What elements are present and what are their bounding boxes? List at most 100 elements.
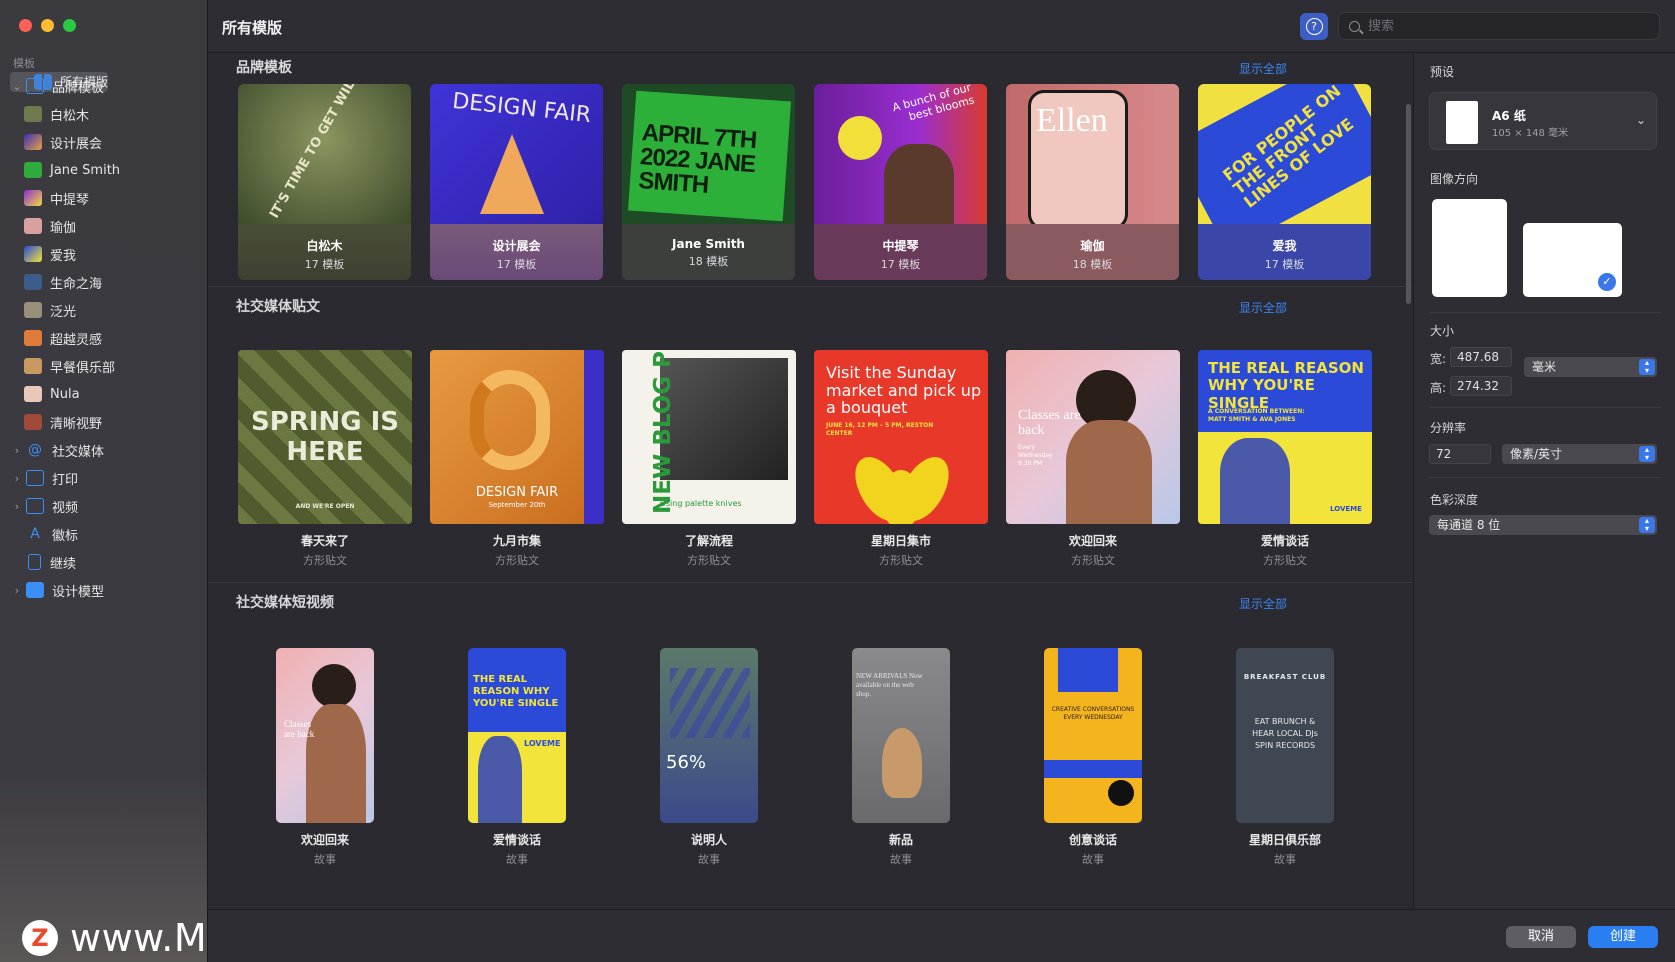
card-count: 18 模板 [1072, 258, 1113, 271]
resolution-field[interactable]: 72 [1429, 444, 1491, 464]
chevron-right-icon[interactable]: › [10, 472, 24, 485]
divider [1429, 312, 1661, 313]
story-card-sunday-club[interactable]: BREAKFAST CLUB EAT BRUNCH & HEAR LOCAL D… [1236, 648, 1334, 866]
story-card-creative-talk[interactable]: CREATIVE CONVERSATIONS EVERY WEDNESDAY 创… [1044, 648, 1142, 866]
post-card-september-market[interactable]: DESIGN FAIR September 20th 九月市集 方形贴文 [430, 350, 604, 567]
sidebar-item-continue[interactable]: 继续 [10, 548, 198, 576]
minimize-button[interactable] [41, 19, 54, 32]
zoom-button[interactable] [63, 19, 76, 32]
sidebar-item-baisongmu[interactable]: 白松木 [10, 100, 198, 128]
artwork-text: NEW ARRIVALS Now available on the web sh… [856, 672, 923, 698]
vertical-scrollbar[interactable] [1406, 104, 1411, 304]
search-field[interactable] [1338, 12, 1660, 40]
chevron-right-icon[interactable]: › [10, 444, 24, 457]
brand-card-love-me[interactable]: FOR PEOPLE ON THE FRONT LINES OF LOVE 爱我… [1198, 84, 1371, 280]
card-name: 瑜伽 [1080, 239, 1105, 253]
sidebar-item-breakfast-club[interactable]: 早餐俱乐部 [10, 352, 198, 380]
card-name: 星期日集市 [870, 534, 931, 548]
sidebar-item-design-fair[interactable]: 设计展会 [10, 128, 198, 156]
sidebar-item-nula[interactable]: Nula [10, 380, 198, 408]
create-button[interactable]: 创建 [1588, 926, 1658, 948]
sidebar-item-sea-of-life[interactable]: 生命之海 [10, 268, 198, 296]
card-name: 欢迎回来 [1068, 534, 1117, 548]
sidebar-item-social-media[interactable]: › @ 社交媒体 [10, 436, 198, 464]
question-icon: ? [1305, 18, 1323, 35]
help-button[interactable]: ? [1300, 13, 1328, 40]
sidebar-item-video[interactable]: › 视频 [10, 492, 198, 520]
card-label: 中提琴 17 模板 [814, 224, 987, 280]
orientation-landscape[interactable]: ✓ [1523, 223, 1622, 297]
card-caption: 星期日集市 方形贴文 [814, 532, 988, 568]
search-input[interactable] [1368, 18, 1638, 34]
chevron-right-icon[interactable]: › [10, 500, 24, 513]
card-caption: 星期日俱乐部 故事 [1198, 831, 1372, 867]
brand-card-design-fair[interactable]: DESIGN FAIR 设计展会 17 模板 [430, 84, 603, 280]
width-field[interactable]: 487.68 [1450, 347, 1512, 367]
card-artwork: THE REAL REASON WHY YOU'RE SINGLE A CONV… [1198, 350, 1372, 524]
cancel-button[interactable]: 取消 [1506, 926, 1576, 948]
chevron-down-icon: ⌄ [1635, 113, 1646, 127]
orientation-portrait[interactable] [1432, 199, 1507, 297]
section-social-videos: 社交媒体短视频 显示全部 Classes are back 欢迎回来 故事 TH… [208, 590, 1413, 909]
artwork-text: Ellen [1036, 102, 1108, 139]
post-card-sunday-market[interactable]: Visit the Sunday market and pick up a bo… [814, 350, 988, 567]
brand-card-yoga[interactable]: Ellen 瑜伽 18 模板 [1006, 84, 1179, 280]
post-card-spring[interactable]: SPRING IS HERE AND WE'RE OPEN 春天来了 方形贴文 [238, 350, 412, 567]
story-card-welcome-back[interactable]: Classes are back 欢迎回来 故事 [276, 648, 374, 866]
sidebar-item-mockups[interactable]: › 设计模型 [10, 576, 198, 604]
card-count: 18 模板 [688, 255, 729, 268]
sidebar-item-label: 品牌模板 [52, 80, 105, 96]
card-count: 17 模板 [304, 258, 345, 271]
card-caption: 春天来了 方形贴文 [238, 532, 412, 568]
card-label: 设计展会 17 模板 [430, 224, 603, 280]
post-card-love-talk[interactable]: THE REAL REASON WHY YOU'RE SINGLE A CONV… [1198, 350, 1372, 567]
sidebar-item-logo[interactable]: A 徽标 [10, 520, 198, 548]
post-card-blog[interactable]: NEW BLOG POST Using palette knives 了解流程 … [622, 350, 796, 567]
artwork-text: Classes are back [284, 719, 315, 739]
brand-card-jane-smith[interactable]: APRIL 7TH 2022 JANE SMITH Jane Smith 18 … [622, 84, 795, 280]
artwork-text: 56% [666, 752, 707, 773]
thumbnail-icon [24, 246, 42, 262]
sidebar-item-label: 设计展会 [50, 136, 103, 152]
card-caption: 九月市集 方形贴文 [430, 532, 604, 568]
card-artwork: CREATIVE CONVERSATIONS EVERY WEDNESDAY [1044, 648, 1142, 823]
chevron-right-icon[interactable]: › [10, 584, 24, 597]
card-kind: 故事 [506, 853, 528, 866]
sidebar-item-print[interactable]: › 打印 [10, 464, 198, 492]
height-field[interactable]: 274.32 [1450, 376, 1512, 396]
story-card-new-arrivals[interactable]: NEW ARRIVALS Now available on the web sh… [852, 648, 950, 866]
sidebar-item-brand-templates[interactable]: ⌄ 品牌模板 [10, 72, 198, 100]
sidebar-item-floodlight[interactable]: 泛光 [10, 296, 198, 324]
preset-dropdown[interactable]: A6 纸 105 × 148 毫米 ⌄ [1429, 92, 1657, 150]
color-depth-select[interactable]: 每通道 8 位 ▴ ▾ [1429, 515, 1657, 535]
chevron-down-icon[interactable]: ⌄ [10, 80, 24, 93]
post-card-welcome-back[interactable]: Classes are back Every Wednesday 6:30 PM… [1006, 350, 1180, 567]
card-label: 白松木 17 模板 [238, 224, 411, 280]
sidebar-item-viola[interactable]: 中提琴 [10, 184, 198, 212]
thumbnail-icon [24, 358, 42, 374]
resolution-unit-select[interactable]: 像素/英寸 ▴ ▾ [1502, 444, 1657, 464]
artwork-text: Classes are back [1018, 408, 1081, 439]
sidebar-item-beyond-inspiration[interactable]: 超越灵感 [10, 324, 198, 352]
app-window: 模板 所有模版 ⌄ 品牌模板 白松木 设计展会 Jane Smith 中提琴 瑜伽… [0, 0, 1675, 962]
sidebar-item-jane-smith[interactable]: Jane Smith [10, 156, 198, 184]
artwork-subtext: AND WE'RE OPEN [295, 503, 355, 510]
printer-icon [26, 470, 44, 486]
unit-select[interactable]: 毫米 ▴ ▾ [1524, 357, 1657, 377]
story-card-explainer[interactable]: 56% 说明人 故事 [660, 648, 758, 866]
brand-card-viola[interactable]: A bunch of our best blooms 中提琴 17 模板 [814, 84, 987, 280]
artwork-subtext: Using palette knives [660, 499, 742, 508]
show-all-link[interactable]: 显示全部 [1239, 299, 1287, 316]
show-all-link[interactable]: 显示全部 [1239, 60, 1287, 77]
sidebar-item-clear-view[interactable]: 清晰视野 [10, 408, 198, 436]
story-card-love-talk[interactable]: THE REAL REASON WHY YOU'RE SINGLE LOVEME… [468, 648, 566, 866]
sidebar-item-love-me[interactable]: 爱我 [10, 240, 198, 268]
folder-icon [26, 78, 44, 94]
brand-card-baisongmu[interactable]: IT'S TIME TO GET WILD 白松木 17 模板 [238, 84, 411, 280]
close-button[interactable] [19, 19, 32, 32]
thumbnail-icon [24, 162, 42, 178]
show-all-link[interactable]: 显示全部 [1239, 595, 1287, 612]
artwork-subtext: JUNE 16, 12 PM – 5 PM, RESTON CENTER [826, 422, 934, 437]
sidebar-item-yoga[interactable]: 瑜伽 [10, 212, 198, 240]
petal-shape [882, 470, 920, 524]
